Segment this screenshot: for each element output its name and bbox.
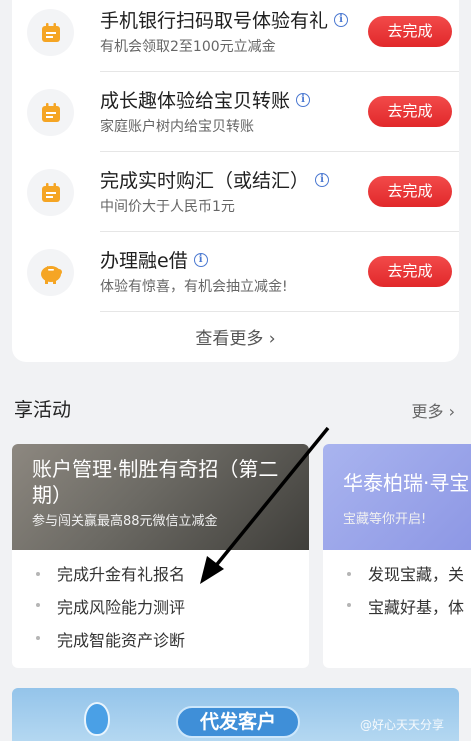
task-title: 手机银行扫码取号体验有礼 i xyxy=(100,6,349,33)
divider xyxy=(100,71,459,72)
activity-card[interactable]: 账户管理·制胜有奇招（第二期） 参与闯关赢最高88元微信立减金 完成升金有礼报名… xyxy=(12,444,309,668)
more-link[interactable]: 更多 › xyxy=(411,398,455,422)
info-icon[interactable]: i xyxy=(334,12,349,27)
task-subtitle: 有机会领取2至100元立减金 xyxy=(100,39,276,55)
hot-air-balloon-icon xyxy=(84,702,110,736)
divider xyxy=(100,151,459,152)
task-title: 办理融e借 i xyxy=(100,246,208,273)
calendar-icon xyxy=(27,9,74,56)
task-list-card: 手机银行扫码取号体验有礼 i 有机会领取2至100元立减金 去完成 成长趣体验给宝… xyxy=(12,0,459,362)
chevron-right-icon: › xyxy=(448,402,455,421)
bullet-dot xyxy=(36,572,40,576)
task-subtitle: 体验有惊喜，有机会抽立减金! xyxy=(100,279,288,295)
calendar-icon xyxy=(27,169,74,216)
go-complete-button[interactable]: 去完成 xyxy=(368,176,452,207)
activity-step: 发现宝藏，关 xyxy=(368,565,465,584)
activity-title: 华泰柏瑞·寻宝 xyxy=(343,471,470,495)
view-more-link[interactable]: 查看更多 › xyxy=(12,324,459,349)
activity-banner: 账户管理·制胜有奇招（第二期） 参与闯关赢最高88元微信立减金 xyxy=(12,444,309,550)
task-item: 手机银行扫码取号体验有礼 i 有机会领取2至100元立减金 去完成 xyxy=(12,0,459,80)
bullet-dot xyxy=(36,636,40,640)
go-complete-button[interactable]: 去完成 xyxy=(368,96,452,127)
info-icon[interactable]: i xyxy=(193,252,208,267)
activity-step: 宝藏好基，体 xyxy=(368,598,465,617)
task-title: 完成实时购汇（或结汇） i xyxy=(100,166,330,193)
bullet-dot xyxy=(347,572,351,576)
go-complete-button[interactable]: 去完成 xyxy=(368,256,452,287)
info-icon[interactable]: i xyxy=(315,172,330,187)
activity-banner: 华泰柏瑞·寻宝 宝藏等你开启! xyxy=(323,444,471,550)
watermark: @好心天天分享 xyxy=(360,718,445,732)
divider xyxy=(100,231,459,232)
go-complete-button[interactable]: 去完成 xyxy=(368,16,452,47)
activity-step: 完成升金有礼报名 xyxy=(57,565,186,584)
task-item: 完成实时购汇（或结汇） i 中间价大于人民币1元 去完成 xyxy=(12,160,459,240)
activity-subtitle: 宝藏等你开启! xyxy=(343,512,427,527)
bullet-dot xyxy=(347,603,351,607)
chevron-right-icon: › xyxy=(268,329,276,349)
task-item: 成长趣体验给宝贝转账 i 家庭账户树内给宝贝转账 去完成 xyxy=(12,80,459,160)
section-title: 享活动 xyxy=(14,399,72,421)
task-title: 成长趣体验给宝贝转账 i xyxy=(100,86,311,113)
divider xyxy=(100,311,459,312)
activity-card[interactable]: 华泰柏瑞·寻宝 宝藏等你开启! 发现宝藏，关 宝藏好基，体 xyxy=(323,444,471,668)
activity-title: 账户管理·制胜有奇招（第二期） xyxy=(32,457,279,507)
task-subtitle: 家庭账户树内给宝贝转账 xyxy=(100,119,254,135)
task-item: 办理融e借 i 体验有惊喜，有机会抽立减金! 去完成 xyxy=(12,240,459,320)
piggy-bank-icon xyxy=(27,249,74,296)
info-icon[interactable]: i xyxy=(296,92,311,107)
activity-subtitle: 参与闯关赢最高88元微信立减金 xyxy=(32,514,218,529)
promo-label: 代发客户 xyxy=(176,706,301,738)
calendar-icon xyxy=(27,89,74,136)
task-subtitle: 中间价大于人民币1元 xyxy=(100,199,235,215)
promo-banner[interactable]: 代发客户 xyxy=(12,688,459,741)
bullet-dot xyxy=(36,603,40,607)
activity-step: 完成风险能力测评 xyxy=(57,598,186,617)
activity-step: 完成智能资产诊断 xyxy=(57,631,186,650)
